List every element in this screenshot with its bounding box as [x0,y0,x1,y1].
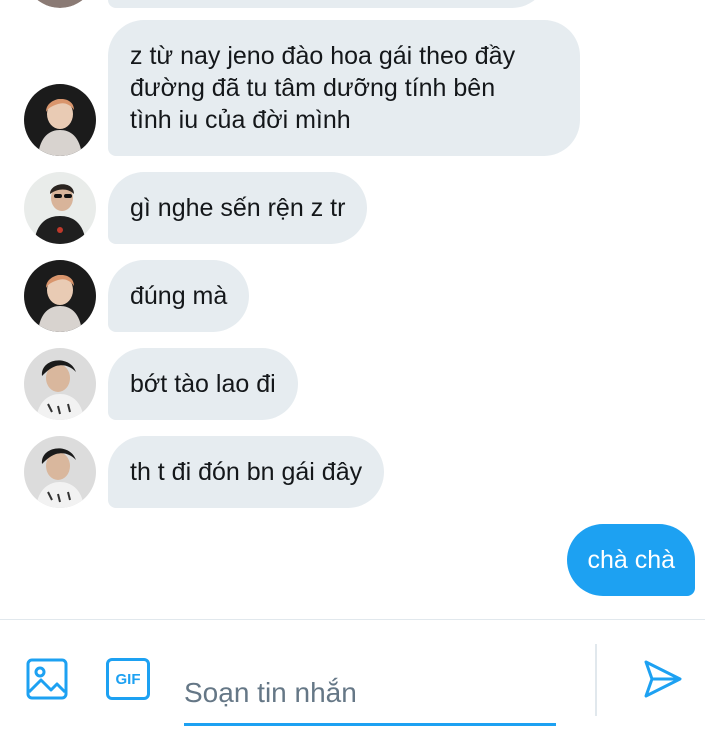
gif-button[interactable]: GIF [106,658,150,700]
avatar[interactable] [24,0,96,8]
message-bubble: đúng mà [108,260,250,332]
avatar[interactable] [24,436,96,508]
divider [595,644,597,716]
gif-label: GIF [115,670,141,688]
message-bubble: th t đi đón bn gái đây [108,436,385,508]
message-bubble-partial [108,0,548,8]
image-icon[interactable] [26,658,68,705]
message-input[interactable] [184,662,556,726]
avatar[interactable] [24,348,96,420]
avatar[interactable] [24,260,96,332]
message-bubble: bớt tào lao đi [108,348,298,420]
message-composer: GIF [0,619,705,749]
message-bubble: gì nghe sến rện z tr [108,172,368,244]
outgoing-message-bubble: chà chà [567,524,695,596]
send-icon[interactable] [642,658,684,705]
avatar[interactable] [24,172,96,244]
avatar[interactable] [24,84,96,156]
dm-conversation: z từ nay jeno đào hoa gái theo đầy đường… [0,0,705,749]
message-bubble: z từ nay jeno đào hoa gái theo đầy đường… [108,20,580,156]
